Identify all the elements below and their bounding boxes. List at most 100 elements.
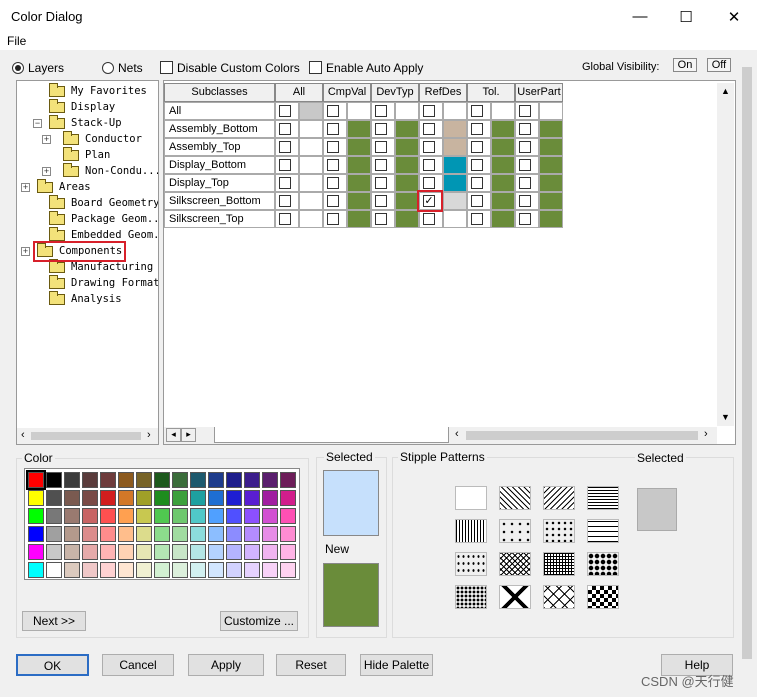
visibility-checkbox[interactable] [423,105,435,117]
visibility-checkbox[interactable] [375,213,387,225]
palette-color[interactable] [136,544,152,560]
palette-color[interactable] [172,472,188,488]
color-swatch-cell[interactable] [539,210,563,228]
visibility-checkbox[interactable] [519,177,531,189]
global-off-button[interactable]: Off [707,58,731,72]
color-swatch-cell[interactable] [395,120,419,138]
palette-color[interactable] [190,508,206,524]
palette-color[interactable] [136,472,152,488]
column-header[interactable]: DevTyp [371,83,419,102]
palette-color[interactable] [244,472,260,488]
color-swatch-cell[interactable] [395,210,419,228]
visibility-checkbox[interactable] [471,105,483,117]
palette-color[interactable] [244,490,260,506]
visibility-checkbox[interactable] [279,195,291,207]
color-swatch-cell[interactable] [443,138,467,156]
palette-color[interactable] [244,508,260,524]
grid-hscroll-thumb[interactable] [466,431,698,440]
palette-color[interactable] [64,490,80,506]
close-button[interactable]: ✕ [711,0,757,33]
color-swatch-cell[interactable] [347,102,371,120]
palette-color[interactable] [28,562,44,578]
stipple-pattern[interactable] [455,585,487,609]
palette-color[interactable] [262,490,278,506]
palette-color[interactable] [226,526,242,542]
color-swatch-cell[interactable] [443,210,467,228]
color-palette[interactable] [24,468,300,580]
tree-item[interactable]: Analysis [49,290,122,307]
visibility-checkbox[interactable] [423,159,435,171]
scroll-right-icon[interactable]: › [147,429,151,441]
visibility-checkbox[interactable] [375,105,387,117]
color-swatch-cell[interactable] [491,192,515,210]
tree-item[interactable]: Conductor [63,130,142,147]
visibility-checkbox[interactable] [327,213,339,225]
stipple-pattern[interactable] [587,519,619,543]
visibility-checkbox[interactable] [279,213,291,225]
customize-button[interactable]: Customize ... [220,611,298,631]
palette-color[interactable] [28,544,44,560]
visibility-checkbox[interactable] [519,195,531,207]
palette-color[interactable] [64,472,80,488]
palette-color[interactable] [100,544,116,560]
palette-color[interactable] [118,490,134,506]
visibility-checkbox[interactable] [471,213,483,225]
palette-color[interactable] [82,562,98,578]
visibility-checkbox[interactable] [519,159,531,171]
visibility-checkbox[interactable] [375,141,387,153]
stipple-pattern[interactable] [543,486,575,510]
visibility-checkbox[interactable] [519,123,531,135]
color-swatch-cell[interactable] [299,210,323,228]
palette-color[interactable] [244,526,260,542]
palette-color[interactable] [262,526,278,542]
palette-color[interactable] [190,544,206,560]
stipple-pattern[interactable] [587,585,619,609]
palette-color[interactable] [172,544,188,560]
palette-color[interactable] [46,490,62,506]
palette-color[interactable] [28,526,44,542]
palette-color[interactable] [64,562,80,578]
palette-color[interactable] [136,562,152,578]
palette-color[interactable] [46,544,62,560]
color-swatch-cell[interactable] [299,102,323,120]
visibility-checkbox[interactable] [327,141,339,153]
palette-color[interactable] [262,562,278,578]
palette-color[interactable] [100,526,116,542]
palette-color[interactable] [82,490,98,506]
window-vscroll-thumb[interactable] [742,67,752,659]
color-swatch-cell[interactable] [443,120,467,138]
visibility-checkbox[interactable] [423,177,435,189]
palette-color[interactable] [136,526,152,542]
color-swatch-cell[interactable] [443,174,467,192]
palette-color[interactable] [226,472,242,488]
reset-button[interactable]: Reset [276,654,346,676]
palette-color[interactable] [190,490,206,506]
visibility-checkbox[interactable] [471,159,483,171]
color-swatch-cell[interactable] [539,174,563,192]
palette-color[interactable] [280,562,296,578]
color-swatch-cell[interactable] [539,102,563,120]
palette-color[interactable] [280,490,296,506]
palette-color[interactable] [118,526,134,542]
color-swatch-cell[interactable] [347,156,371,174]
disable-custom-colors-checkbox[interactable] [160,61,173,74]
visibility-checkbox[interactable] [327,105,339,117]
palette-color[interactable] [280,544,296,560]
tree-item[interactable]: Areas [37,178,91,195]
palette-color[interactable] [208,526,224,542]
visibility-checkbox[interactable] [279,141,291,153]
color-swatch-cell[interactable] [443,156,467,174]
palette-color[interactable] [28,490,44,506]
palette-color[interactable] [100,562,116,578]
visibility-checkbox[interactable] [423,141,435,153]
color-swatch-cell[interactable] [395,192,419,210]
tree-item[interactable]: Drawing Format [49,274,158,291]
visibility-checkbox[interactable] [327,159,339,171]
palette-color[interactable] [136,508,152,524]
scroll-down-icon[interactable]: ▼ [721,412,730,422]
palette-color[interactable] [208,508,224,524]
stipple-pattern[interactable] [587,486,619,510]
color-swatch-cell[interactable] [299,156,323,174]
palette-color[interactable] [208,544,224,560]
visibility-checkbox[interactable] [423,123,435,135]
